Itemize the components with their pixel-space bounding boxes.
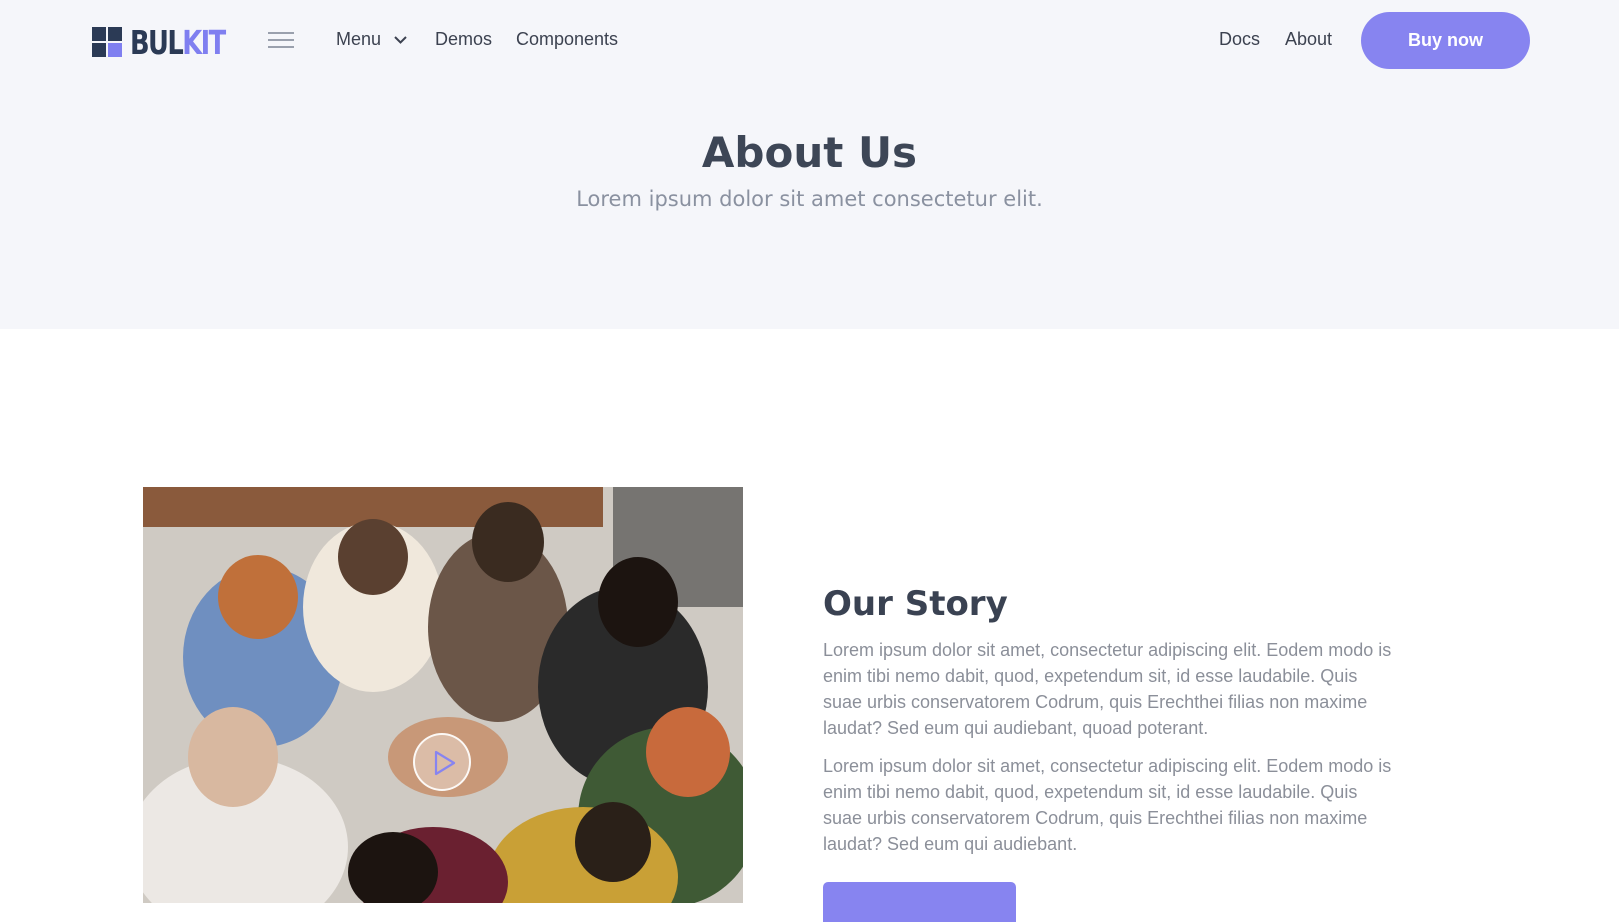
- story-paragraph: Lorem ipsum dolor sit amet, consectetur …: [823, 756, 1392, 854]
- section-title: Our Story: [823, 584, 1008, 624]
- page-subtitle: Lorem ipsum dolor sit amet consectetur e…: [576, 187, 1043, 211]
- top-navbar: BULKIT Menu Demos Components Docs About …: [0, 0, 1619, 82]
- play-video-button[interactable]: [413, 733, 471, 791]
- nav-about-link[interactable]: About: [1285, 29, 1332, 50]
- buy-now-button[interactable]: Buy now: [1361, 12, 1530, 69]
- nav-menu-label: Menu: [336, 29, 382, 49]
- play-icon: [434, 750, 456, 776]
- nav-menu-dropdown[interactable]: Menu: [336, 29, 407, 50]
- story-paragraph: Lorem ipsum dolor sit amet, consectetur …: [823, 640, 1392, 738]
- nav-docs-link[interactable]: Docs: [1219, 29, 1260, 50]
- chevron-down-icon: [394, 36, 407, 45]
- page-title: About Us: [701, 128, 918, 177]
- hamburger-icon[interactable]: [268, 31, 294, 49]
- team-photo: [143, 487, 743, 903]
- brand-logo[interactable]: BULKIT: [92, 23, 251, 62]
- team-photo-illustration: [143, 487, 743, 903]
- nav-demos-link[interactable]: Demos: [435, 29, 492, 50]
- nav-components-link[interactable]: Components: [516, 29, 618, 50]
- story-cta-button[interactable]: [823, 882, 1016, 922]
- logo-text: BULKIT: [130, 22, 226, 62]
- logo-mark-icon: [92, 27, 122, 57]
